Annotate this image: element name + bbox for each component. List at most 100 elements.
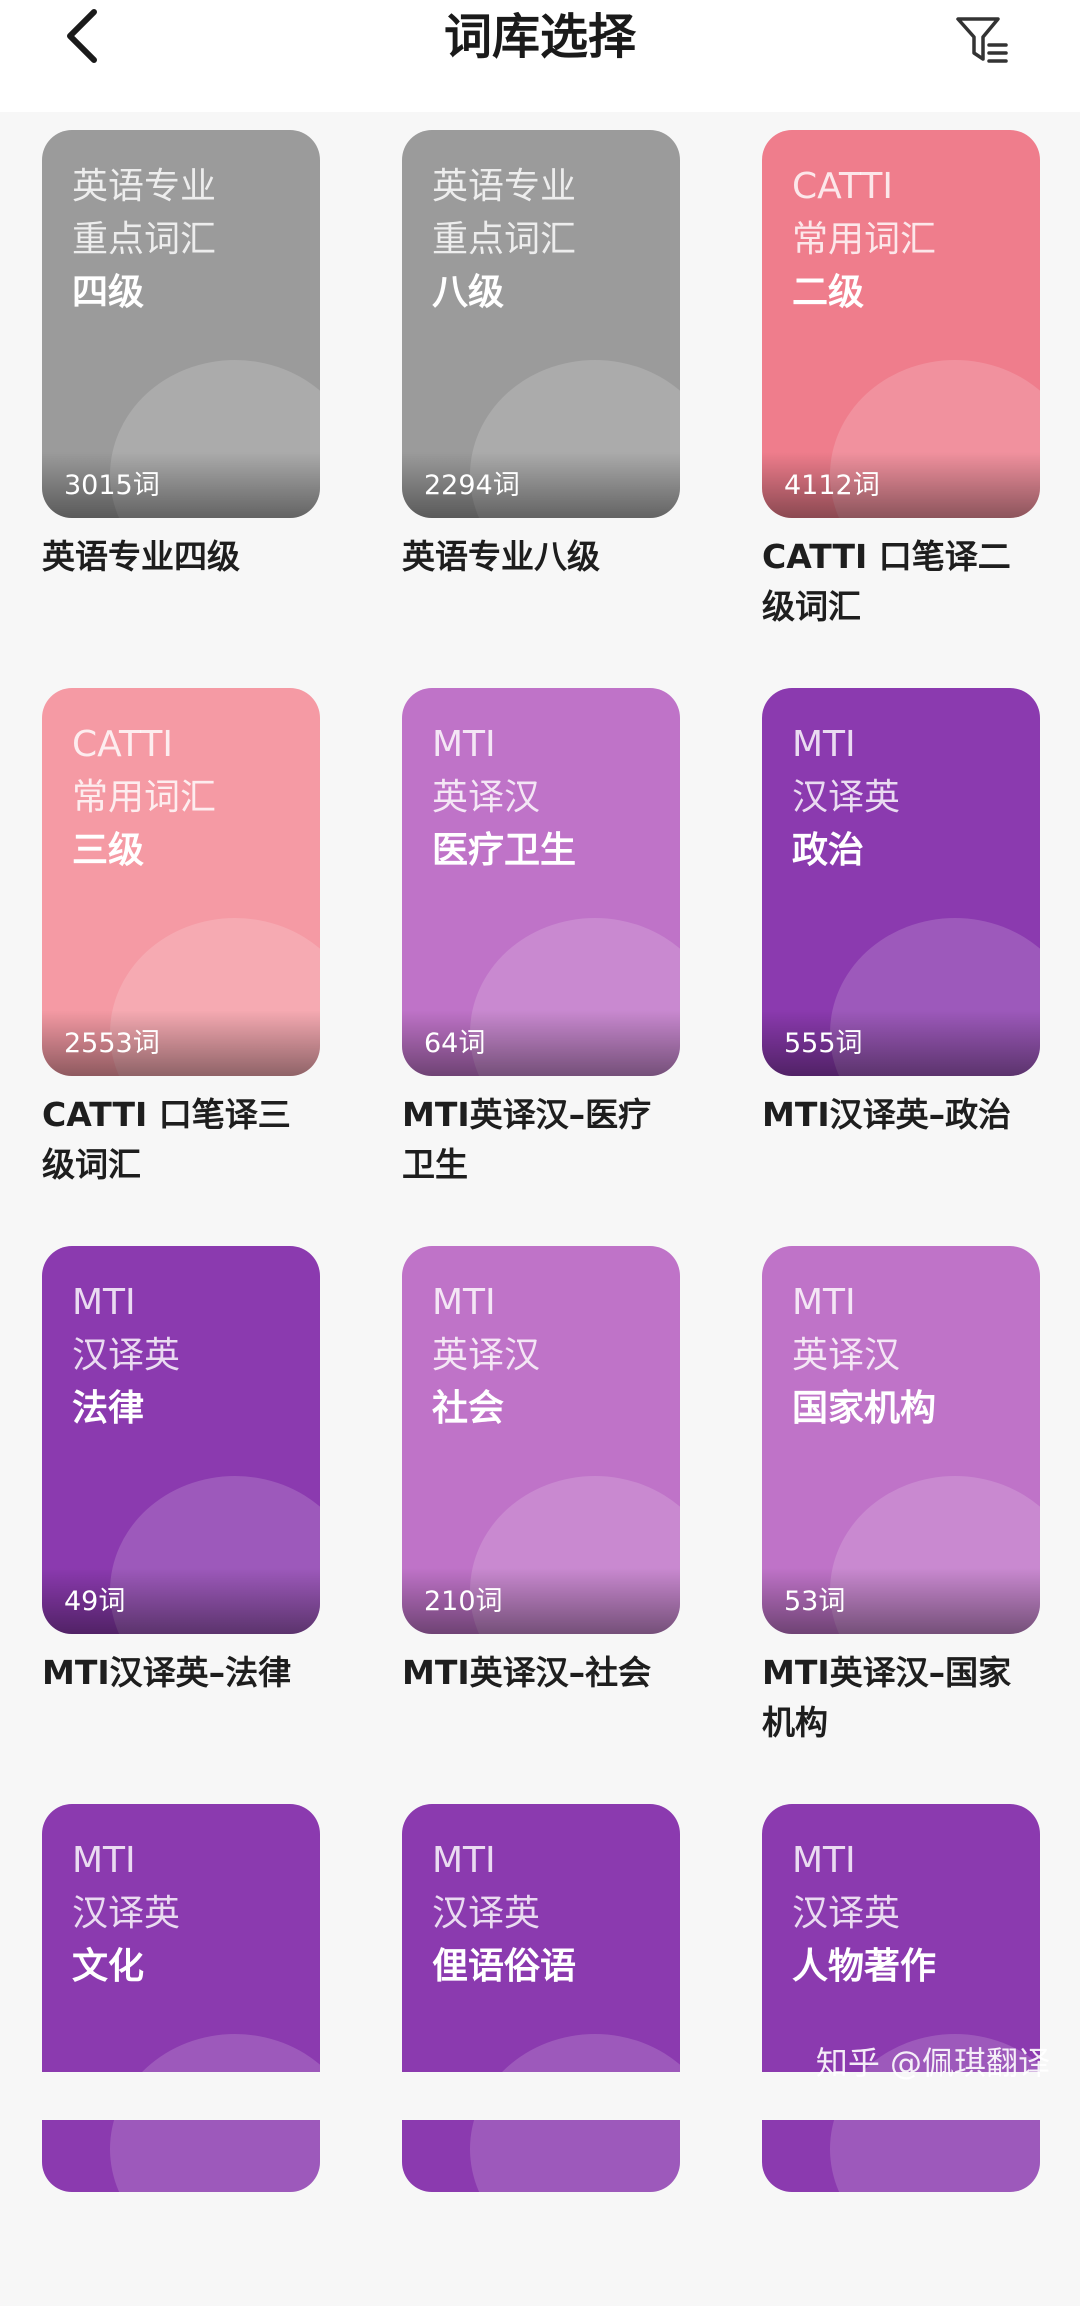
card-title-line: 英译汉: [792, 1329, 1026, 1382]
vocabulary-item[interactable]: CATTI常用词汇二级 4112词 CATTI 口笔译二级词汇: [762, 130, 1040, 632]
card-title-line: 常用词汇: [792, 213, 1026, 266]
vocabulary-card[interactable]: CATTI常用词汇二级 4112词: [762, 130, 1040, 518]
vocabulary-item[interactable]: MTI汉译英俚语俗语: [402, 1804, 680, 2306]
card-title-block: CATTI常用词汇二级: [792, 160, 1026, 319]
vocabulary-card[interactable]: MTI英译汉社会 210词: [402, 1246, 680, 1634]
card-title-line: 法律: [72, 1382, 306, 1435]
vocabulary-card[interactable]: MTI英译汉国家机构 53词: [762, 1246, 1040, 1634]
card-title-line: CATTI: [72, 718, 306, 771]
chevron-left-icon: [62, 6, 102, 66]
vocabulary-card[interactable]: MTI汉译英人物著作: [762, 1804, 1040, 2192]
word-count: 2553词: [64, 1021, 160, 1060]
word-count: 53词: [784, 1579, 845, 1618]
card-title-line: 重点词汇: [432, 213, 666, 266]
word-count: 555词: [784, 1021, 863, 1060]
vocabulary-item[interactable]: MTI汉译英法律 49词 MTI汉译英–法律: [42, 1246, 320, 1748]
vocabulary-item[interactable]: MTI英译汉医疗卫生 64词 MTI英译汉–医疗卫生: [402, 688, 680, 1190]
vocabulary-name[interactable]: 英语专业四级: [42, 532, 320, 632]
vocabulary-name[interactable]: MTI汉译英–政治: [762, 1090, 1040, 1190]
vocabulary-card[interactable]: 英语专业重点词汇八级 2294词: [402, 130, 680, 518]
card-title-line: 重点词汇: [72, 213, 306, 266]
card-title-line: CATTI: [792, 160, 1026, 213]
card-title-line: 英译汉: [432, 1329, 666, 1382]
vocabulary-card[interactable]: MTI汉译英法律 49词: [42, 1246, 320, 1634]
card-title-line: MTI: [72, 1276, 306, 1329]
card-title-line: 俚语俗语: [432, 1940, 666, 1993]
card-title-line: 政治: [792, 824, 1026, 877]
watermark: 知乎 @佩琪翻译: [816, 2038, 1050, 2084]
card-title-line: 医疗卫生: [432, 824, 666, 877]
card-title-block: CATTI常用词汇三级: [72, 718, 306, 877]
card-title-line: 汉译英: [432, 1887, 666, 1940]
card-title-line: 国家机构: [792, 1382, 1026, 1435]
card-title-block: MTI英译汉国家机构: [792, 1276, 1026, 1435]
vocabulary-card[interactable]: MTI汉译英政治 555词: [762, 688, 1040, 1076]
filter-button[interactable]: [952, 10, 1012, 70]
vocabulary-name[interactable]: [42, 2206, 320, 2306]
card-title-block: MTI汉译英文化: [72, 1834, 306, 1993]
card-title-block: MTI汉译英俚语俗语: [432, 1834, 666, 1993]
vocabulary-card[interactable]: MTI英译汉医疗卫生 64词: [402, 688, 680, 1076]
vocabulary-card[interactable]: 英语专业重点词汇四级 3015词: [42, 130, 320, 518]
card-title-line: MTI: [432, 1276, 666, 1329]
vocabulary-item[interactable]: 英语专业重点词汇八级2294词英语专业八级: [402, 130, 680, 632]
vocabulary-name[interactable]: MTI汉译英–法律: [42, 1648, 320, 1748]
vocabulary-item[interactable]: CATTI常用词汇三级 2553词 CATTI 口笔译三级词汇: [42, 688, 320, 1190]
word-count: 3015词: [64, 463, 160, 502]
vocabulary-grid: 英语专业重点词汇四级3015词英语专业四级英语专业重点词汇八级2294词英语专业…: [42, 130, 1042, 2306]
top-bar: 词库选择: [0, 0, 1080, 112]
card-title-line: 汉译英: [72, 1887, 306, 1940]
vocabulary-card[interactable]: MTI汉译英俚语俗语: [402, 1804, 680, 2192]
page-title: 词库选择: [0, 0, 1080, 74]
vocabulary-card[interactable]: CATTI常用词汇三级 2553词: [42, 688, 320, 1076]
card-title-line: 英译汉: [432, 771, 666, 824]
card-title-line: 八级: [432, 266, 666, 319]
card-title-block: MTI汉译英政治: [792, 718, 1026, 877]
word-count: 2294词: [424, 463, 520, 502]
word-count: 4112词: [784, 463, 880, 502]
card-title-line: 汉译英: [72, 1329, 306, 1382]
card-title-line: 常用词汇: [72, 771, 306, 824]
card-title-line: MTI: [792, 1276, 1026, 1329]
word-count: 210词: [424, 1579, 503, 1618]
vocabulary-item[interactable]: MTI汉译英政治 555词 MTI汉译英–政治: [762, 688, 1040, 1190]
card-title-block: 英语专业重点词汇八级: [432, 160, 666, 319]
card-title-line: MTI: [72, 1834, 306, 1887]
card-title-line: 社会: [432, 1382, 666, 1435]
vocabulary-name[interactable]: 英语专业八级: [402, 532, 680, 632]
card-title-block: MTI英译汉医疗卫生: [432, 718, 666, 877]
back-button[interactable]: [52, 6, 112, 66]
vocabulary-name[interactable]: MTI英译汉–国家机构: [762, 1648, 1040, 1748]
card-title-line: 文化: [72, 1940, 306, 1993]
card-title-line: 二级: [792, 266, 1026, 319]
card-title-line: MTI: [432, 1834, 666, 1887]
filter-icon: [955, 15, 1009, 65]
vocabulary-card[interactable]: MTI汉译英文化: [42, 1804, 320, 2192]
vocabulary-item[interactable]: 英语专业重点词汇四级3015词英语专业四级: [42, 130, 320, 632]
card-title-line: 英语专业: [72, 160, 306, 213]
word-count: 64词: [424, 1021, 485, 1060]
card-title-line: MTI: [792, 1834, 1026, 1887]
card-title-block: MTI汉译英人物著作: [792, 1834, 1026, 1993]
vocabulary-item[interactable]: MTI汉译英文化: [42, 1804, 320, 2306]
card-title-line: 人物著作: [792, 1940, 1026, 1993]
card-title-line: 汉译英: [792, 771, 1026, 824]
card-title-line: 四级: [72, 266, 306, 319]
card-title-line: 汉译英: [792, 1887, 1026, 1940]
vocabulary-name[interactable]: CATTI 口笔译三级词汇: [42, 1090, 320, 1190]
vocabulary-name[interactable]: CATTI 口笔译二级词汇: [762, 532, 1040, 632]
vocabulary-name[interactable]: [402, 2206, 680, 2306]
vocabulary-name[interactable]: MTI英译汉–医疗卫生: [402, 1090, 680, 1190]
vocabulary-item[interactable]: MTI英译汉国家机构 53词 MTI英译汉–国家机构: [762, 1246, 1040, 1748]
card-title-line: MTI: [792, 718, 1026, 771]
vocabulary-item[interactable]: MTI英译汉社会 210词 MTI英译汉–社会: [402, 1246, 680, 1748]
word-count: 49词: [64, 1579, 125, 1618]
card-title-block: MTI汉译英法律: [72, 1276, 306, 1435]
card-title-line: 英语专业: [432, 160, 666, 213]
card-title-line: MTI: [432, 718, 666, 771]
card-title-block: 英语专业重点词汇四级: [72, 160, 306, 319]
card-title-block: MTI英译汉社会: [432, 1276, 666, 1435]
vocabulary-name[interactable]: [762, 2206, 1040, 2306]
card-title-line: 三级: [72, 824, 306, 877]
vocabulary-name[interactable]: MTI英译汉–社会: [402, 1648, 680, 1748]
